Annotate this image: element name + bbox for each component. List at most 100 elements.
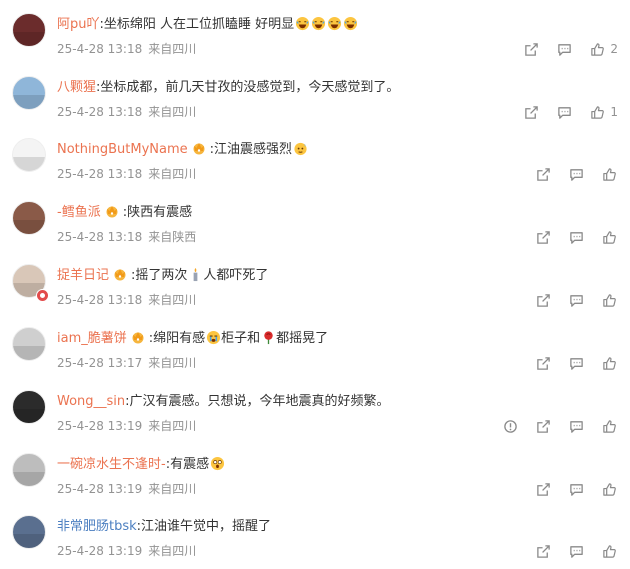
comment-text: 人都吓死了 (203, 268, 269, 283)
share-icon[interactable] (534, 542, 552, 560)
username-link[interactable]: 捉羊日记 (57, 268, 109, 283)
shock-emoji-icon (211, 456, 225, 471)
comment-icon[interactable] (567, 542, 585, 560)
share-icon[interactable] (522, 40, 540, 58)
comment-icon[interactable] (567, 165, 585, 183)
comment-meta: 25-4-28 13:17 来自四川 (57, 355, 196, 371)
avatar[interactable] (12, 13, 46, 47)
comment-item: 一碗凉水生不逢时-:有震感 25-4-28 13:19 来自四川 (0, 444, 630, 507)
verified-badge-icon (36, 289, 49, 302)
comment-icon[interactable] (555, 103, 573, 121)
avatar[interactable] (12, 453, 46, 487)
comment-location: 来自四川 (148, 356, 197, 370)
username-link[interactable]: 阿pu吖 (57, 17, 100, 32)
comment-item: -鳕鱼派:陕西有震感 25-4-28 13:18 来自陕西 (0, 192, 630, 255)
comment-icon[interactable] (555, 40, 573, 58)
comment-location: 来自四川 (148, 482, 197, 496)
username-link[interactable]: 非常肥肠tbsk (57, 519, 137, 534)
comment-actions (519, 480, 618, 498)
like-icon[interactable] (588, 40, 606, 58)
comment-icon[interactable] (567, 417, 585, 435)
comment-time: 25-4-28 13:18 (57, 293, 143, 307)
comment-time: 25-4-28 13:19 (57, 419, 143, 433)
comment-icon[interactable] (567, 228, 585, 246)
share-icon[interactable] (534, 165, 552, 183)
like-icon[interactable] (600, 165, 618, 183)
comment-actions (519, 165, 618, 183)
share-icon[interactable] (534, 291, 552, 309)
comment-location: 来自四川 (148, 419, 197, 433)
like-icon[interactable] (600, 354, 618, 372)
laugh-emoji-icon (328, 16, 342, 31)
like-icon[interactable] (588, 103, 606, 121)
crown-badge-icon (191, 141, 207, 155)
comment-location: 来自四川 (148, 105, 197, 119)
comment-text: 都摇晃了 (276, 331, 329, 346)
comment-item: 捉羊日记:摇了两次 人都吓死了 25-4-28 13:18 来自四川 (0, 255, 630, 318)
comment-meta: 25-4-28 13:19 来自四川 (57, 481, 196, 497)
candle-emoji-icon (194, 267, 198, 282)
crown-badge-icon (130, 330, 146, 344)
like-count: 2 (610, 42, 618, 56)
comment-time: 25-4-28 13:18 (57, 42, 143, 56)
comment-line: 阿pu吖:坐标绵阳 人在工位抓瞌睡 好明显 (57, 16, 358, 34)
like-icon[interactable] (600, 228, 618, 246)
comment-actions: 2 (507, 40, 618, 58)
comment-meta: 25-4-28 13:18 来自四川 (57, 104, 196, 120)
like-count: 1 (610, 105, 618, 119)
comment-item: NothingButMyName :江油震感强烈 25-4-28 13:18 来自四川 (0, 129, 630, 192)
comment-text: :广汉有震感。只想说，今年地震真的好频繁。 (125, 394, 390, 409)
username-link[interactable]: 一碗凉水生不逢时- (57, 457, 166, 472)
share-icon[interactable] (534, 228, 552, 246)
username-link[interactable]: iam_脆薯饼 (57, 331, 127, 346)
comment-time: 25-4-28 13:19 (57, 482, 143, 496)
avatar[interactable] (12, 76, 46, 110)
comment-line: iam_脆薯饼:绵阳有感 柜子和 都摇晃了 (57, 330, 328, 348)
comment-time: 25-4-28 13:18 (57, 167, 143, 181)
comment-time: 25-4-28 13:19 (57, 544, 143, 558)
comment-actions: 1 (507, 103, 618, 121)
comment-text: :江油震感强烈 (209, 142, 293, 157)
comment-time: 25-4-28 13:17 (57, 356, 143, 370)
like-icon[interactable] (600, 480, 618, 498)
avatar[interactable] (12, 201, 46, 235)
comment-meta: 25-4-28 13:18 来自陕西 (57, 229, 196, 245)
comment-icon[interactable] (567, 480, 585, 498)
comment-actions (486, 417, 618, 435)
avatar[interactable] (12, 327, 46, 361)
share-icon[interactable] (534, 354, 552, 372)
like-icon[interactable] (600, 417, 618, 435)
comment-text: :绵阳有感 (148, 331, 206, 346)
share-icon[interactable] (522, 103, 540, 121)
comment-actions (519, 228, 618, 246)
comment-actions (519, 542, 618, 560)
username-link[interactable]: NothingButMyName (57, 142, 188, 157)
comment-line: Wong__sin:广汉有震感。只想说，今年地震真的好频繁。 (57, 393, 390, 411)
comment-time: 25-4-28 13:18 (57, 105, 143, 119)
username-link[interactable]: -鳕鱼派 (57, 205, 101, 220)
like-icon[interactable] (600, 291, 618, 309)
share-icon[interactable] (534, 480, 552, 498)
username-link[interactable]: Wong__sin (57, 394, 125, 409)
comment-line: 八颗猩:坐标成都，前几天甘孜的没感觉到，今天感觉到了。 (57, 79, 399, 97)
username-link[interactable]: 八颗猩 (57, 80, 96, 95)
comment-icon[interactable] (567, 291, 585, 309)
comment-item: 阿pu吖:坐标绵阳 人在工位抓瞌睡 好明显 25-4-28 13:18 来自四川 2 (0, 4, 630, 67)
comment-meta: 25-4-28 13:18 来自四川 (57, 292, 196, 308)
laugh-emoji-icon (344, 16, 358, 31)
comment-icon[interactable] (567, 354, 585, 372)
like-icon[interactable] (600, 542, 618, 560)
laugh-emoji-icon (312, 16, 326, 31)
rose-emoji-icon (264, 331, 273, 345)
comment-location: 来自陕西 (148, 230, 197, 244)
avatar[interactable] (12, 138, 46, 172)
comment-meta: 25-4-28 13:18 来自四川 (57, 166, 196, 182)
share-icon[interactable] (534, 417, 552, 435)
comment-text: :江油谁午觉中，摇醒了 (136, 519, 272, 534)
comment-meta: 25-4-28 13:18 来自四川 (57, 41, 196, 57)
laugh-emoji-icon (296, 16, 310, 31)
avatar[interactable] (12, 390, 46, 424)
comment-location: 来自四川 (148, 167, 197, 181)
report-icon[interactable] (501, 417, 519, 435)
avatar[interactable] (12, 515, 46, 549)
